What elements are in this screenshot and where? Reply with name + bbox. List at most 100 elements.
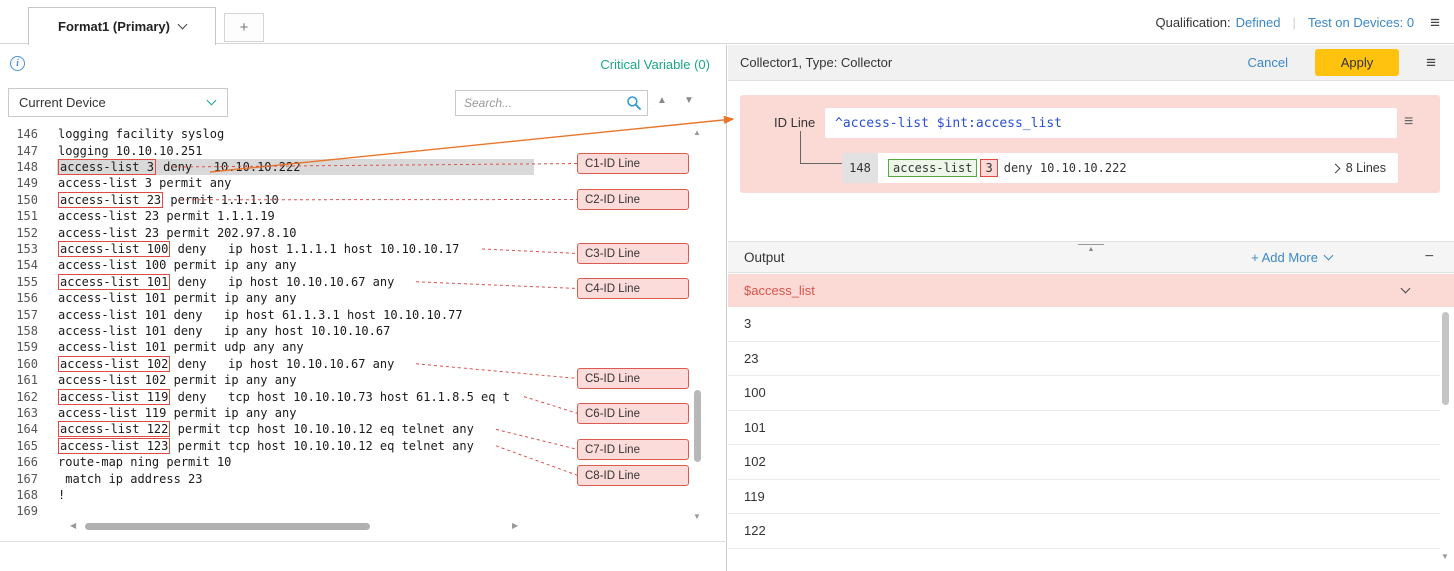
code-line[interactable]: 169: [0, 503, 58, 519]
collector-menu-icon[interactable]: ≡: [1426, 53, 1436, 73]
line-number: 158: [0, 324, 38, 338]
scroll-down-icon[interactable]: ▼: [1441, 553, 1449, 561]
chevron-right-icon: [1330, 163, 1340, 173]
line-text: access-list 23 permit 1.1.1.19: [58, 209, 275, 223]
output-title: Output: [744, 250, 785, 265]
id-line-input[interactable]: ^access-list $int:access_list: [825, 108, 1397, 138]
code-line[interactable]: 155access-list 101 deny ip host 10.10.10…: [0, 274, 394, 290]
chevron-down-icon: [1324, 250, 1334, 260]
id-line-callout[interactable]: C5-ID Line: [577, 368, 689, 389]
line-text: route-map ning permit 10: [58, 455, 231, 469]
code-line[interactable]: 162 access-list 119 deny tcp host 10.10.1…: [0, 388, 510, 404]
id-line-section: ID Line ^access-list $int:access_list ≡ …: [740, 95, 1440, 193]
line-number: 156: [0, 291, 38, 305]
menu-icon[interactable]: ≡: [1430, 14, 1440, 31]
matched-keyword-token: access-list: [888, 159, 977, 177]
vertical-scrollbar[interactable]: [694, 390, 701, 462]
horizontal-scrollbar[interactable]: [85, 523, 370, 530]
line-number: 166: [0, 455, 38, 469]
line-number: 147: [0, 144, 38, 158]
id-line-token: access-list 119: [58, 389, 170, 405]
output-value-list: 323100101102119122: [728, 307, 1440, 549]
code-line[interactable]: 149access-list 3 permit any: [0, 175, 231, 191]
code-line[interactable]: 148access-list 3 deny 10.10.10.222: [0, 159, 300, 175]
line-number: 159: [0, 340, 38, 354]
minimize-icon[interactable]: −: [1425, 249, 1434, 265]
output-row[interactable]: 119: [728, 480, 1440, 515]
id-line-callout[interactable]: C8-ID Line: [577, 465, 689, 486]
scroll-right-icon[interactable]: ▶: [512, 522, 518, 530]
id-line-menu-icon[interactable]: ≡: [1404, 113, 1413, 131]
id-line-callout[interactable]: C3-ID Line: [577, 243, 689, 264]
id-line-callout[interactable]: C4-ID Line: [577, 278, 689, 299]
code-line[interactable]: 158access-list 101 deny ip any host 10.1…: [0, 323, 390, 339]
code-line[interactable]: 166 route-map ning permit 10: [0, 454, 231, 470]
output-row[interactable]: 102: [728, 445, 1440, 480]
line-number: 165: [0, 439, 38, 453]
cancel-button[interactable]: Cancel: [1248, 55, 1288, 70]
id-line-callout[interactable]: C1-ID Line: [577, 153, 689, 174]
apply-button[interactable]: Apply: [1315, 49, 1399, 76]
output-row[interactable]: 3: [728, 307, 1440, 342]
line-text: access-list 123 permit tcp host 10.10.10…: [58, 439, 474, 453]
code-line[interactable]: 150access-list 23 permit 1.1.1.10: [0, 192, 279, 208]
collapse-panel-icon[interactable]: ▲: [1078, 244, 1104, 254]
id-line-callout[interactable]: C7-ID Line: [577, 439, 689, 460]
code-line[interactable]: 168!: [0, 487, 65, 503]
code-line[interactable]: 147logging 10.10.10.251: [0, 142, 203, 158]
id-line-token: access-list 102: [58, 356, 170, 372]
line-text: access-list 102 deny ip host 10.10.10.67…: [58, 357, 394, 371]
code-line[interactable]: 156access-list 101 permit ip any any: [0, 290, 296, 306]
line-text: access-list 102 permit ip any any: [58, 373, 296, 387]
id-line-label: ID Line: [774, 115, 815, 130]
tab-label: Format1 (Primary): [58, 19, 170, 34]
line-number: 162: [0, 390, 38, 404]
scroll-up-icon[interactable]: ▲: [693, 129, 701, 137]
line-number: 157: [0, 308, 38, 322]
test-on-devices-link[interactable]: Test on Devices: 0: [1308, 15, 1414, 30]
expand-lines-button[interactable]: 8 Lines: [1332, 161, 1386, 175]
code-line[interactable]: 167 match ip address 23: [0, 470, 203, 486]
code-line[interactable]: 157access-list 101 deny ip host 61.1.3.1…: [0, 306, 463, 322]
scroll-down-icon[interactable]: ▼: [693, 513, 701, 521]
code-line[interactable]: 153access-list 100 deny ip host 1.1.1.1 …: [0, 241, 459, 257]
id-line-callout[interactable]: C6-ID Line: [577, 403, 689, 424]
code-line[interactable]: 161access-list 102 permit ip any any: [0, 372, 296, 388]
collector-header: Collector1, Type: Collector Cancel Apply…: [728, 45, 1454, 81]
line-text: access-list 119 deny tcp host 10.10.10.7…: [58, 390, 510, 404]
line-text: !: [58, 488, 65, 502]
output-row[interactable]: 122: [728, 514, 1440, 549]
code-line[interactable]: 146logging facility syslog: [0, 126, 224, 142]
line-number: 167: [0, 472, 38, 486]
code-line[interactable]: 163 access-list 119 permit ip any any: [0, 405, 296, 421]
chevron-down-icon: [1401, 284, 1411, 294]
output-variable-header[interactable]: $access_list: [728, 274, 1454, 307]
line-text: access-list 119 permit ip any any: [58, 406, 296, 420]
add-more-link[interactable]: + Add More: [1251, 250, 1332, 265]
collector-panel: Collector1, Type: Collector Cancel Apply…: [728, 45, 1454, 571]
add-tab-button[interactable]: +: [224, 13, 264, 42]
line-number: 163: [0, 406, 38, 420]
code-line[interactable]: 154access-list 100 permit ip any any: [0, 257, 296, 273]
chevron-down-icon: [178, 20, 188, 30]
output-row[interactable]: 100: [728, 376, 1440, 411]
collector-title: Collector1, Type: Collector: [740, 55, 892, 70]
connector-line: [800, 131, 842, 164]
app-root: Format1 (Primary) + Qualification: Defin…: [0, 0, 1454, 571]
id-line-callout[interactable]: C2-ID Line: [577, 189, 689, 210]
code-line[interactable]: 159access-list 101 permit udp any any: [0, 339, 304, 355]
code-line[interactable]: 151access-list 23 permit 1.1.1.19: [0, 208, 275, 224]
code-line[interactable]: 165 access-list 123 permit tcp host 10.10…: [0, 438, 474, 454]
line-number: 169: [0, 504, 38, 518]
tab-format1-primary[interactable]: Format1 (Primary): [28, 7, 216, 45]
qualification-value-link[interactable]: Defined: [1236, 15, 1281, 30]
output-scrollbar[interactable]: [1442, 312, 1449, 405]
code-line[interactable]: 164access-list 122 permit tcp host 10.10…: [0, 421, 474, 437]
code-line[interactable]: 160access-list 102 deny ip host 10.10.10…: [0, 356, 394, 372]
code-line[interactable]: 152access-list 23 permit 202.97.8.10: [0, 224, 296, 240]
output-row[interactable]: 23: [728, 342, 1440, 377]
line-text: access-list 101 deny ip host 10.10.10.67…: [58, 275, 394, 289]
scroll-left-icon[interactable]: ◀: [70, 522, 76, 530]
output-row[interactable]: 101: [728, 411, 1440, 446]
qualification-label: Qualification:: [1155, 15, 1230, 30]
